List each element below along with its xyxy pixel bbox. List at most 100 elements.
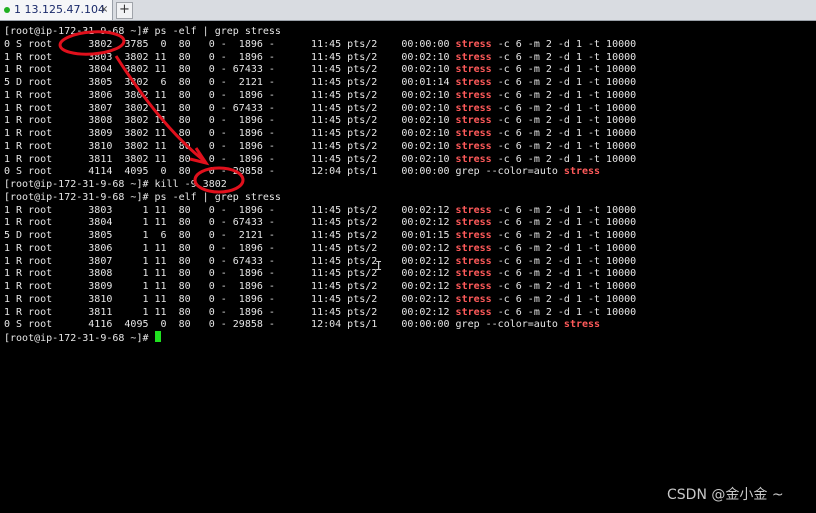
line-text: 1 R root 3807 1 11 80 0 - 67433 - 11:45 … [4, 255, 456, 267]
line-args: -c 6 -m 2 -d 1 -t 10000 [491, 268, 637, 280]
terminal-line: 1 R root 3809 3802 11 80 0 - 1896 - 11:4… [4, 127, 636, 140]
terminal-cursor [154, 331, 161, 342]
grep-match: stress [455, 51, 492, 63]
line-text: 5 D root 3805 3802 6 80 0 - 2121 - 11:45… [4, 77, 456, 88]
line-args: -c 6 -m 2 -d 1 -t 10000 [491, 102, 637, 114]
line-text: 1 R root 3810 1 11 80 0 - 1896 - 11:45 p… [4, 293, 456, 305]
line-text: 1 R root 3811 1 11 80 0 - 1896 - 11:45 p… [4, 306, 456, 318]
terminal-line: 1 R root 3803 1 11 80 0 - 1896 - 11:45 p… [4, 204, 636, 217]
tab-label: 1 13.125.47.104 [14, 3, 105, 16]
terminal-line: 0 S root 3802 3785 0 80 0 - 1896 - 11:45… [4, 38, 636, 51]
grep-match: stress [455, 128, 492, 139]
grep-match: stress [455, 204, 492, 216]
grep-match: stress [455, 89, 492, 101]
grep-match: stress [563, 319, 601, 331]
grep-match: stress [455, 64, 492, 76]
line-args: -c 6 -m 2 -d 1 -t 10000 [491, 89, 637, 101]
line-text: 0 S root 3802 3785 0 80 0 - 1896 - 11:45… [4, 38, 456, 50]
grep-match: stress [455, 255, 492, 267]
line-args: -c 6 -m 2 -d 1 -t 10000 [491, 77, 637, 88]
line-args: -c 6 -m 2 -d 1 -t 10000 [491, 293, 637, 305]
new-tab-button[interactable]: + [116, 2, 133, 19]
terminal-line: 1 R root 3810 3802 11 80 0 - 1896 - 11:4… [4, 140, 636, 153]
line-args: -c 6 -m 2 -d 1 -t 10000 [491, 153, 637, 165]
line-args: -c 6 -m 2 -d 1 -t 10000 [491, 281, 637, 292]
connection-status-icon [4, 7, 10, 13]
line-text: [root@ip-172-31-9-68 ~]# [4, 333, 155, 344]
line-args: -c 6 -m 2 -d 1 -t 10000 [491, 38, 637, 50]
line-text: 1 R root 3808 1 11 80 0 - 1896 - 11:45 p… [4, 268, 456, 280]
terminal-line: 1 R root 3807 1 11 80 0 - 67433 - 11:45 … [4, 255, 636, 268]
line-text: [root@ip-172-31-9-68 ~]# kill -9 3802 [4, 179, 227, 190]
terminal-line: 1 R root 3804 3802 11 80 0 - 67433 - 11:… [4, 63, 636, 76]
line-args: -c 6 -m 2 -d 1 -t 10000 [491, 51, 637, 63]
line-text: 1 R root 3809 1 11 80 0 - 1896 - 11:45 p… [4, 281, 456, 292]
line-args: -c 6 -m 2 -d 1 -t 10000 [491, 255, 637, 267]
line-text: 1 R root 3804 3802 11 80 0 - 67433 - 11:… [4, 64, 456, 76]
grep-match: stress [455, 281, 492, 292]
terminal-line: 1 R root 3809 1 11 80 0 - 1896 - 11:45 p… [4, 280, 636, 293]
terminal-line: 1 R root 3810 1 11 80 0 - 1896 - 11:45 p… [4, 293, 636, 306]
line-args: -c 6 -m 2 -d 1 -t 10000 [491, 230, 637, 241]
line-text: 0 S root 4116 4095 0 80 0 - 29858 - 12:0… [4, 319, 564, 331]
grep-match: stress [455, 102, 492, 114]
line-text: [root@ip-172-31-9-68 ~]# ps -elf | grep … [4, 191, 281, 203]
terminal-line: 1 R root 3811 1 11 80 0 - 1896 - 11:45 p… [4, 306, 636, 319]
terminal-line: 5 D root 3805 3802 6 80 0 - 2121 - 11:45… [4, 76, 636, 89]
grep-match: stress [455, 268, 492, 280]
terminal-line: [root@ip-172-31-9-68 ~]# ps -elf | grep … [4, 191, 281, 204]
line-text: 1 R root 3803 1 11 80 0 - 1896 - 11:45 p… [4, 204, 456, 216]
line-args: -c 6 -m 2 -d 1 -t 10000 [491, 115, 637, 127]
line-args: -c 6 -m 2 -d 1 -t 10000 [491, 217, 637, 229]
grep-match: stress [455, 242, 492, 254]
line-args: -c 6 -m 2 -d 1 -t 10000 [491, 128, 637, 139]
line-text: 1 R root 3804 1 11 80 0 - 67433 - 11:45 … [4, 217, 456, 229]
tab-bar: 1 13.125.47.104 × + [0, 0, 816, 21]
close-icon[interactable]: × [100, 0, 108, 20]
grep-match: stress [455, 217, 492, 229]
terminal-line: 0 S root 4114 4095 0 80 0 - 29858 - 12:0… [4, 165, 600, 178]
grep-match: stress [455, 153, 492, 165]
grep-match: stress [455, 306, 492, 318]
line-args: -c 6 -m 2 -d 1 -t 10000 [491, 64, 637, 76]
line-text: 1 R root 3807 3802 11 80 0 - 67433 - 11:… [4, 102, 456, 114]
terminal-line: [root@ip-172-31-9-68 ~]# ps -elf | grep … [4, 25, 281, 38]
grep-match: stress [455, 115, 492, 127]
grep-match: stress [455, 77, 492, 88]
line-text: 1 R root 3808 3802 11 80 0 - 1896 - 11:4… [4, 115, 456, 127]
grep-match: stress [455, 140, 492, 152]
terminal-line: 1 R root 3803 3802 11 80 0 - 1896 - 11:4… [4, 51, 636, 64]
terminal-line: 1 R root 3806 3802 11 80 0 - 1896 - 11:4… [4, 89, 636, 102]
terminal-line: 1 R root 3804 1 11 80 0 - 67433 - 11:45 … [4, 216, 636, 229]
line-args: -c 6 -m 2 -d 1 -t 10000 [491, 242, 637, 254]
line-text: 0 S root 4114 4095 0 80 0 - 29858 - 12:0… [4, 166, 564, 178]
line-text: 1 R root 3809 3802 11 80 0 - 1896 - 11:4… [4, 128, 456, 139]
line-text: 1 R root 3806 1 11 80 0 - 1896 - 11:45 p… [4, 242, 456, 254]
watermark: CSDN @金小金 ~ [667, 487, 784, 503]
terminal-line: [root@ip-172-31-9-68 ~]# [4, 331, 161, 344]
terminal-screen[interactable]: [root@ip-172-31-9-68 ~]# ps -elf | grep … [0, 21, 816, 513]
grep-match: stress [455, 230, 492, 241]
line-text: 1 R root 3810 3802 11 80 0 - 1896 - 11:4… [4, 140, 456, 152]
line-text: [root@ip-172-31-9-68 ~]# ps -elf | grep … [4, 26, 281, 37]
terminal-line: 1 R root 3808 3802 11 80 0 - 1896 - 11:4… [4, 114, 636, 127]
line-args: -c 6 -m 2 -d 1 -t 10000 [491, 140, 637, 152]
terminal-line: 1 R root 3808 1 11 80 0 - 1896 - 11:45 p… [4, 267, 636, 280]
terminal-line: 1 R root 3807 3802 11 80 0 - 67433 - 11:… [4, 102, 636, 115]
session-tab[interactable]: 1 13.125.47.104 × [0, 0, 113, 20]
grep-match: stress [455, 293, 492, 305]
text-cursor-icon: I [375, 259, 383, 273]
terminal-line: 1 R root 3811 3802 11 80 0 - 1896 - 11:4… [4, 153, 636, 166]
terminal-line: 1 R root 3806 1 11 80 0 - 1896 - 11:45 p… [4, 242, 636, 255]
line-text: 1 R root 3806 3802 11 80 0 - 1896 - 11:4… [4, 89, 456, 101]
line-args: -c 6 -m 2 -d 1 -t 10000 [491, 204, 637, 216]
terminal-line: 5 D root 3805 1 6 80 0 - 2121 - 11:45 pt… [4, 229, 636, 242]
grep-match: stress [455, 38, 492, 50]
line-text: 5 D root 3805 1 6 80 0 - 2121 - 11:45 pt… [4, 230, 456, 241]
line-text: 1 R root 3811 3802 11 80 0 - 1896 - 11:4… [4, 153, 456, 165]
grep-match: stress [563, 166, 601, 178]
line-text: 1 R root 3803 3802 11 80 0 - 1896 - 11:4… [4, 51, 456, 63]
terminal-line: 0 S root 4116 4095 0 80 0 - 29858 - 12:0… [4, 318, 600, 331]
line-args: -c 6 -m 2 -d 1 -t 10000 [491, 306, 637, 318]
terminal-line: [root@ip-172-31-9-68 ~]# kill -9 3802 [4, 178, 227, 191]
